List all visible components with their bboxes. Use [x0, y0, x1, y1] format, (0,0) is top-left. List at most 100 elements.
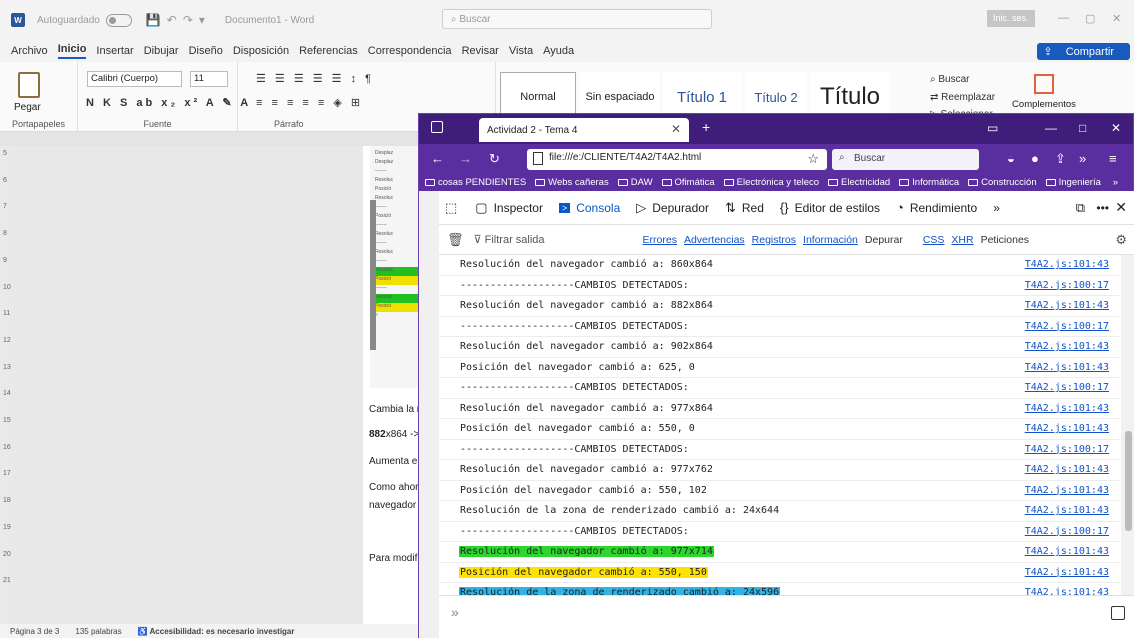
- paste-icon[interactable]: [18, 72, 40, 98]
- console-source-link[interactable]: T4A2.js:101:43: [1025, 567, 1109, 578]
- console-source-link[interactable]: T4A2.js:101:43: [1025, 505, 1109, 516]
- console-source-link[interactable]: T4A2.js:101:43: [1025, 259, 1109, 270]
- console-source-link[interactable]: T4A2.js:100:17: [1025, 444, 1109, 455]
- find-button[interactable]: ⌕ Buscar: [930, 74, 970, 85]
- forward-icon[interactable]: →: [459, 151, 472, 166]
- maximize-icon[interactable]: ▢: [1085, 12, 1095, 25]
- menu-inicio[interactable]: Inicio: [57, 43, 87, 59]
- console-source-link[interactable]: T4A2.js:101:43: [1025, 485, 1109, 496]
- tab-list-icon[interactable]: [431, 121, 443, 133]
- console-input[interactable]: »: [439, 595, 1134, 638]
- pocket-icon[interactable]: ◒: [1007, 151, 1015, 166]
- bookmark-folder[interactable]: Webs cañeras: [535, 177, 609, 188]
- autosave-toggle[interactable]: [105, 13, 132, 27]
- menu-icon[interactable]: ≡: [1109, 151, 1117, 166]
- filter-input[interactable]: ⊽ Filtrar salida: [474, 233, 545, 246]
- console-source-link[interactable]: T4A2.js:101:43: [1025, 464, 1109, 475]
- bookmark-folder[interactable]: DAW: [617, 177, 653, 188]
- console-settings-icon[interactable]: ⚙: [1115, 232, 1127, 248]
- close-icon[interactable]: ✕: [1112, 12, 1121, 25]
- addins-button[interactable]: Complementos: [1012, 74, 1076, 110]
- font-name-select[interactable]: Calibri (Cuerpo): [87, 71, 182, 87]
- bookmark-folder[interactable]: cosas PENDIENTES: [425, 177, 526, 188]
- share-page-icon[interactable]: ⇪: [1055, 151, 1066, 167]
- sign-in-button[interactable]: Inic. ses.: [987, 10, 1035, 27]
- devtools-overflow-icon[interactable]: »: [993, 201, 1000, 215]
- tab-close-icon[interactable]: ✕: [671, 122, 681, 136]
- tab-console[interactable]: > Consola: [558, 201, 620, 215]
- menu-archivo[interactable]: Archivo: [11, 45, 48, 57]
- bookmarks-overflow-icon[interactable]: »: [1113, 177, 1118, 188]
- quick-access-icons[interactable]: 💾↶↷▾: [146, 13, 211, 27]
- filter-requests[interactable]: Peticiones: [981, 234, 1029, 246]
- tab-performance[interactable]: ◔ Rendimiento: [896, 200, 977, 215]
- list-icons[interactable]: ☰ ☰ ☰ ☰ ☰ ↕ ¶: [256, 72, 374, 85]
- word-search-input[interactable]: ⌕ Buscar: [442, 9, 712, 29]
- browser-tab[interactable]: Actividad 2 - Tema 4 ✕: [479, 118, 689, 142]
- filter-css[interactable]: CSS: [923, 234, 945, 246]
- menu-insertar[interactable]: Insertar: [96, 45, 133, 57]
- firefox-view-icon[interactable]: ▭: [987, 121, 998, 135]
- tab-inspector[interactable]: ▢ Inspector: [475, 200, 543, 216]
- font-size-select[interactable]: 11: [190, 71, 228, 87]
- new-tab-icon[interactable]: +: [702, 119, 710, 135]
- console-source-link[interactable]: T4A2.js:101:43: [1025, 587, 1109, 595]
- reload-icon[interactable]: ↻: [489, 151, 500, 167]
- devtools-options-icon[interactable]: •••: [1096, 201, 1109, 215]
- bookmark-folder[interactable]: Construcción: [968, 177, 1037, 188]
- menu-disposicion[interactable]: Disposición: [233, 45, 289, 57]
- bookmark-folder[interactable]: Electrónica y teleco: [723, 177, 819, 188]
- console-scrollbar-thumb[interactable]: [1125, 431, 1132, 531]
- console-source-link[interactable]: T4A2.js:100:17: [1025, 280, 1109, 291]
- console-source-link[interactable]: T4A2.js:101:43: [1025, 546, 1109, 557]
- status-page[interactable]: Página 3 de 3: [10, 627, 59, 636]
- console-source-link[interactable]: T4A2.js:101:43: [1025, 341, 1109, 352]
- filter-warnings[interactable]: Advertencias: [684, 234, 745, 246]
- page-viewport[interactable]: [419, 191, 439, 638]
- menu-correspondencia[interactable]: Correspondencia: [368, 45, 452, 57]
- menu-diseno[interactable]: Diseño: [189, 45, 223, 57]
- console-source-link[interactable]: T4A2.js:100:17: [1025, 382, 1109, 393]
- bookmark-folder[interactable]: Electricidad: [828, 177, 890, 188]
- console-source-link[interactable]: T4A2.js:100:17: [1025, 321, 1109, 332]
- console-source-link[interactable]: T4A2.js:101:43: [1025, 403, 1109, 414]
- status-accessibility[interactable]: ♿ Accesibilidad: es necesario investigar: [138, 627, 295, 636]
- menu-ayuda[interactable]: Ayuda: [543, 45, 574, 57]
- console-source-link[interactable]: T4A2.js:101:43: [1025, 423, 1109, 434]
- menu-referencias[interactable]: Referencias: [299, 45, 358, 57]
- console-source-link[interactable]: T4A2.js:101:43: [1025, 362, 1109, 373]
- filter-errors[interactable]: Errores: [643, 234, 677, 246]
- tab-style-editor[interactable]: {} Editor de estilos: [780, 200, 880, 215]
- minimize-icon[interactable]: —: [1058, 12, 1069, 24]
- ff-close-icon[interactable]: ✕: [1111, 121, 1121, 135]
- element-picker-icon[interactable]: ⬚: [445, 200, 463, 216]
- tab-network[interactable]: ⇅ Red: [725, 200, 764, 216]
- filter-xhr[interactable]: XHR: [951, 234, 973, 246]
- filter-debug[interactable]: Depurar: [865, 234, 903, 246]
- menu-vista[interactable]: Vista: [509, 45, 533, 57]
- bookmark-folder[interactable]: Ofimática: [661, 177, 715, 188]
- replace-button[interactable]: ⇄ Reemplazar: [930, 92, 995, 103]
- overflow-icon[interactable]: »: [1079, 151, 1086, 166]
- menu-revisar[interactable]: Revisar: [462, 45, 499, 57]
- url-bar[interactable]: file:///e:/CLIENTE/T4A2/T4A2.html ☆: [527, 149, 827, 170]
- filter-info[interactable]: Información: [803, 234, 858, 246]
- console-scrollbar[interactable]: [1121, 255, 1134, 595]
- align-icons[interactable]: ≡ ≡ ≡ ≡ ≡ ◈ ⊞: [256, 96, 363, 109]
- bookmark-folder[interactable]: Ingeniería: [1045, 177, 1101, 188]
- ff-maximize-icon[interactable]: □: [1079, 121, 1086, 135]
- console-source-link[interactable]: T4A2.js:100:17: [1025, 526, 1109, 537]
- clear-console-icon[interactable]: 🗑: [447, 232, 464, 248]
- menu-dibujar[interactable]: Dibujar: [144, 45, 179, 57]
- firefox-search-input[interactable]: ⌕ Buscar: [832, 149, 979, 170]
- status-words[interactable]: 135 palabras: [75, 627, 121, 636]
- filter-logs[interactable]: Registros: [752, 234, 796, 246]
- dock-icon[interactable]: ⧉: [1076, 200, 1085, 216]
- tab-debugger[interactable]: ▷ Depurador: [636, 200, 709, 216]
- bookmark-folder[interactable]: Informática: [899, 177, 959, 188]
- devtools-close-icon[interactable]: ✕: [1115, 199, 1127, 216]
- editor-mode-icon[interactable]: [1111, 606, 1125, 620]
- bookmark-star-icon[interactable]: ☆: [807, 151, 819, 167]
- account-icon[interactable]: ●: [1031, 151, 1039, 166]
- ff-minimize-icon[interactable]: —: [1045, 121, 1057, 135]
